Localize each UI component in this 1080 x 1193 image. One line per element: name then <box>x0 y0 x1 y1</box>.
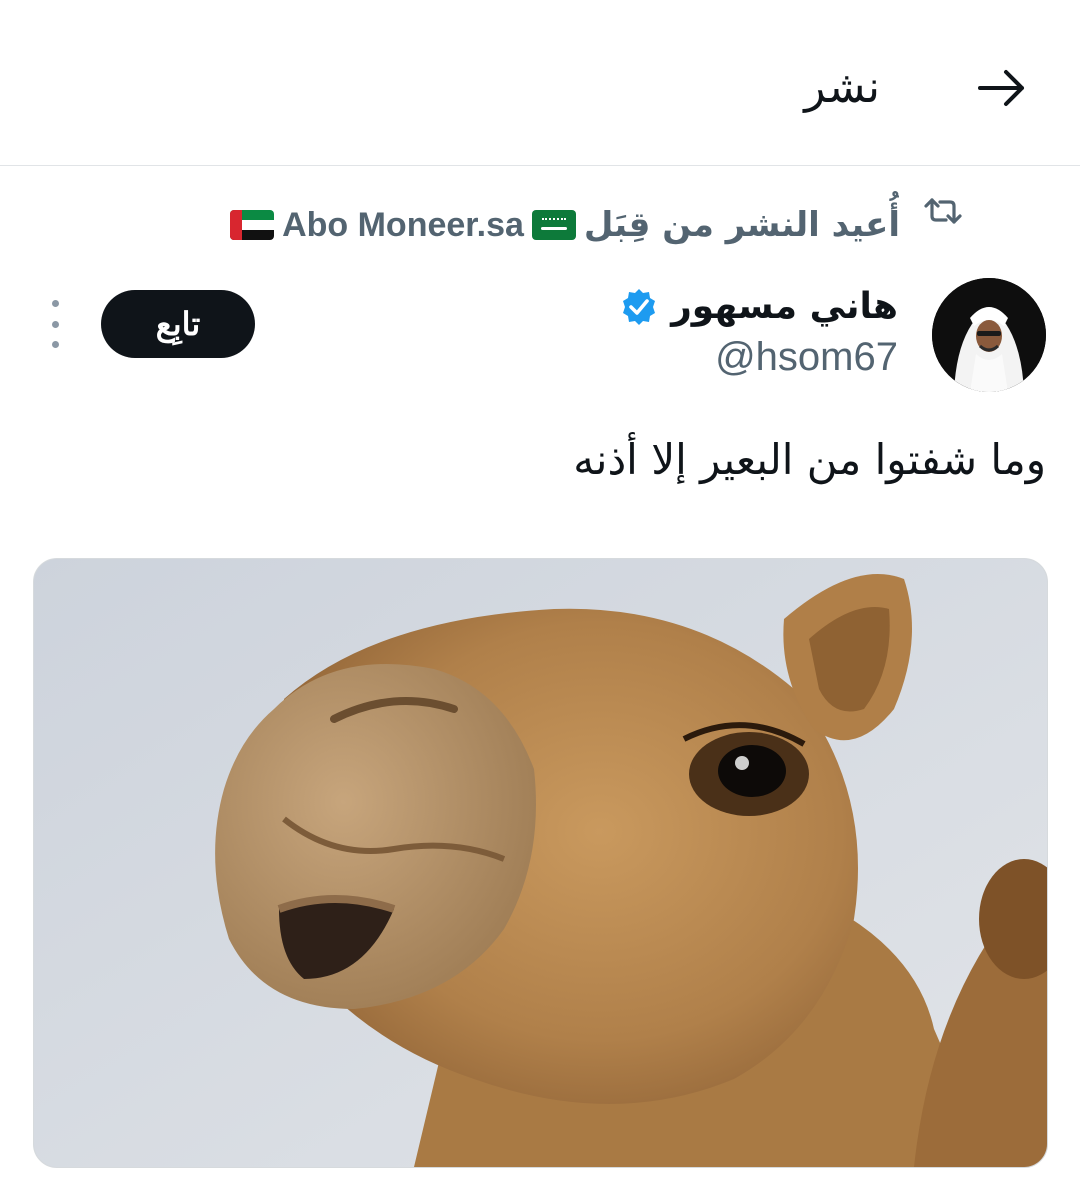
follow-button[interactable]: تابِع <box>101 290 255 358</box>
back-button[interactable] <box>976 62 1028 114</box>
arrow-right-icon <box>978 70 1024 106</box>
top-bar: نشر <box>0 0 1080 166</box>
more-options-button[interactable] <box>40 300 70 348</box>
author-handle[interactable]: @hsom67 <box>715 335 898 380</box>
uae-flag-icon <box>230 210 275 240</box>
tweet-text: وما شفتوا من البعير إلا أذنه <box>573 435 1046 484</box>
repost-icon <box>924 198 962 224</box>
repost-username[interactable]: Abo Moneer.sa <box>282 206 524 245</box>
more-dot-icon <box>51 300 59 307</box>
tweet-detail-page: نشر أُعيد النشر من قِبَل Abo Moneer.sa ه… <box>0 0 1080 1193</box>
author-name-row[interactable]: هاني مسهور <box>619 286 898 327</box>
verified-badge-icon <box>623 288 656 325</box>
page-title: نشر <box>804 62 880 113</box>
author-name[interactable]: هاني مسهور <box>671 286 898 327</box>
repost-prefix: أُعيد النشر من قِبَل <box>583 205 900 245</box>
more-dot-icon <box>51 320 59 328</box>
avatar-image <box>932 278 1046 392</box>
camel-photo <box>34 559 1047 1167</box>
saudi-flag-icon <box>531 210 576 240</box>
repost-attribution[interactable]: أُعيد النشر من قِبَل Abo Moneer.sa <box>230 195 900 255</box>
more-dot-icon <box>51 341 59 348</box>
avatar[interactable] <box>932 278 1046 392</box>
tweet-media-image[interactable] <box>33 558 1048 1168</box>
